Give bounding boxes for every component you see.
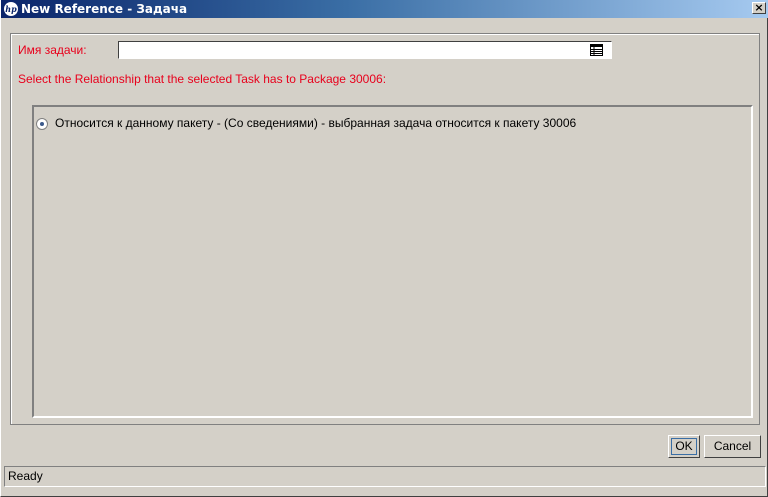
relationship-prompt: Select the Relationship that the selecte… — [18, 72, 387, 86]
title-bar[interactable]: hp New Reference - Задача × — [1, 0, 768, 18]
status-text: Ready — [8, 469, 43, 483]
ok-button[interactable]: OK — [668, 435, 700, 458]
relationship-panel — [32, 105, 753, 418]
cancel-button[interactable]: Cancel — [704, 435, 761, 458]
task-name-label: Имя задачи: — [18, 43, 87, 57]
relationship-option-label: Относится к данному пакету - (Со сведени… — [55, 116, 577, 130]
task-name-input[interactable] — [118, 41, 612, 59]
list-lookup-icon[interactable] — [589, 43, 605, 57]
status-bar: Ready — [4, 466, 766, 487]
hp-logo-icon: hp — [4, 2, 18, 16]
ok-button-label: OK — [671, 438, 697, 455]
window-title: New Reference - Задача — [21, 2, 188, 16]
close-button[interactable]: × — [752, 2, 766, 14]
dialog-window: hp New Reference - Задача × Имя задачи: … — [0, 0, 768, 497]
close-icon: × — [754, 1, 764, 14]
radio-button-selected[interactable] — [36, 118, 48, 130]
